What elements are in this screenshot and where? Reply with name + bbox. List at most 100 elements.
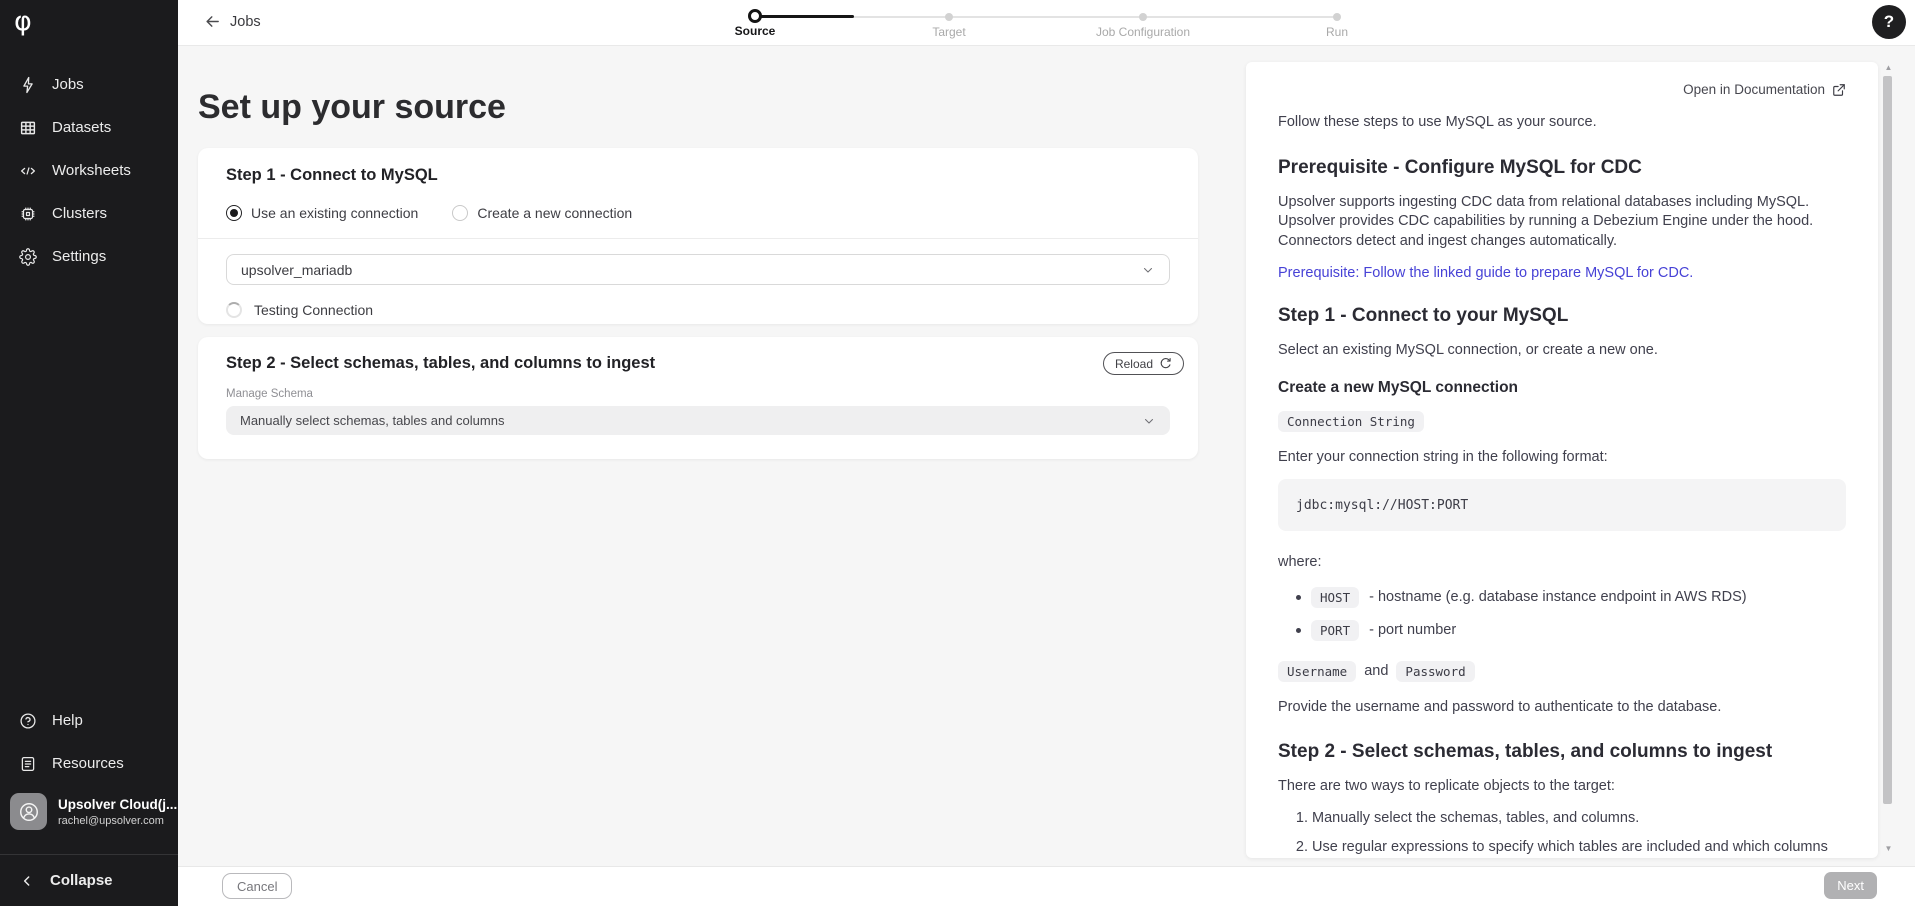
list-item: PORT - port number	[1278, 620, 1846, 641]
sidebar-item-label: Clusters	[52, 205, 107, 222]
manage-schema-label: Manage Schema	[198, 375, 1198, 400]
sidebar-item-label: Worksheets	[52, 162, 131, 179]
step-dot-icon	[1139, 13, 1147, 21]
bullet-icon	[1296, 595, 1301, 600]
sidebar-item-label: Resources	[52, 755, 124, 772]
documentation-panel: Open in Documentation Follow these steps…	[1246, 62, 1878, 858]
chevron-left-icon	[19, 873, 35, 889]
help-circle-icon	[19, 712, 37, 730]
bullet-text: - port number	[1369, 622, 1456, 638]
open-in-documentation-link[interactable]: Open in Documentation	[1683, 82, 1846, 97]
sidebar-item-label: Datasets	[52, 119, 111, 136]
user-meta: Upsolver Cloud(j... rachel@upsolver.com	[58, 797, 170, 827]
step-label: Source	[658, 24, 852, 38]
code-icon	[19, 162, 37, 180]
step-dot-icon	[1333, 13, 1341, 21]
radio-label: Create a new connection	[477, 205, 632, 221]
scrollbar-up-arrow[interactable]: ▲	[1884, 64, 1893, 72]
bullet-icon	[1296, 628, 1301, 633]
step2-card: Step 2 - Select schemas, tables, and col…	[198, 337, 1198, 459]
stepper-step-job-configuration[interactable]: Job Configuration	[1046, 5, 1240, 39]
spinner-icon	[226, 302, 242, 318]
stepper-step-run[interactable]: Run	[1240, 5, 1434, 39]
docs-paragraph: Select an existing MySQL connection, or …	[1278, 341, 1846, 361]
docs-heading-step1: Step 1 - Connect to your MySQL	[1278, 305, 1846, 327]
sidebar-item-worksheets[interactable]: Worksheets	[0, 149, 178, 192]
table-icon	[19, 119, 37, 137]
docs-paragraph: There are two ways to replicate objects …	[1278, 777, 1846, 797]
radio-use-existing-connection[interactable]: Use an existing connection	[226, 205, 418, 221]
jdbc-code-block: jdbc:mysql://HOST:PORT	[1278, 479, 1846, 531]
port-code-badge: PORT	[1311, 620, 1359, 641]
prerequisite-guide-link[interactable]: Prerequisite: Follow the linked guide to…	[1278, 265, 1846, 281]
docs-numbered-list: Manually select the schemas, tables, and…	[1278, 809, 1846, 859]
refresh-icon	[1159, 357, 1172, 370]
breadcrumb-back-jobs[interactable]: Jobs	[204, 13, 261, 30]
sidebar-item-clusters[interactable]: Clusters	[0, 192, 178, 235]
radio-selected-icon	[226, 205, 242, 221]
connection-mode-radio-group: Use an existing connection Create a new …	[198, 185, 1198, 221]
username-code-badge: Username	[1278, 661, 1356, 682]
radio-create-new-connection[interactable]: Create a new connection	[452, 205, 632, 221]
docs-heading-create-connection: Create a new MySQL connection	[1278, 379, 1846, 397]
step-label: Job Configuration	[1046, 25, 1240, 39]
testing-connection-status: Testing Connection	[198, 285, 1198, 318]
document-icon	[19, 755, 37, 773]
sidebar-item-datasets[interactable]: Datasets	[0, 106, 178, 149]
app-logo[interactable]: φ	[0, 0, 178, 56]
docs-bullet-list: HOST - hostname (e.g. database instance …	[1278, 587, 1846, 641]
wizard-stepper: Source Target Job Configuration Run	[658, 5, 1434, 41]
sidebar-item-resources[interactable]: Resources	[0, 742, 178, 785]
reload-button[interactable]: Reload	[1103, 352, 1184, 375]
sidebar-item-settings[interactable]: Settings	[0, 235, 178, 278]
stepper-step-source[interactable]: Source	[658, 5, 852, 38]
password-code-badge: Password	[1396, 661, 1474, 682]
manage-schema-select[interactable]: Manually select schemas, tables and colu…	[226, 406, 1170, 435]
creds-text: and	[1364, 663, 1388, 679]
credentials-row: Username and Password	[1278, 661, 1846, 682]
chip-icon	[19, 205, 37, 223]
list-item: Use regular expressions to specify which…	[1312, 838, 1846, 858]
scrollbar-thumb[interactable]	[1883, 76, 1892, 804]
sidebar-item-help[interactable]: Help	[0, 699, 178, 742]
cancel-button[interactable]: Cancel	[222, 873, 292, 899]
stepper-step-target[interactable]: Target	[852, 5, 1046, 39]
connection-select-value: upsolver_mariadb	[241, 262, 1141, 278]
user-account[interactable]: Upsolver Cloud(j... rachel@upsolver.com	[0, 785, 178, 840]
collapse-label: Collapse	[50, 872, 113, 889]
bolt-icon	[19, 76, 37, 94]
list-item: Manually select the schemas, tables, and…	[1312, 809, 1846, 829]
connection-string-code-badge: Connection String	[1278, 411, 1424, 432]
next-button[interactable]: Next	[1824, 872, 1877, 899]
host-code-badge: HOST	[1311, 587, 1359, 608]
connection-select[interactable]: upsolver_mariadb	[226, 254, 1170, 285]
step-label: Target	[852, 25, 1046, 39]
sidebar-item-label: Settings	[52, 248, 106, 265]
bullet-text: - hostname (e.g. database instance endpo…	[1369, 589, 1746, 605]
arrow-left-icon	[204, 13, 221, 30]
question-mark-icon: ?	[1884, 12, 1894, 32]
sidebar-item-label: Help	[52, 712, 83, 729]
radio-label: Use an existing connection	[251, 205, 418, 221]
docs-heading-prerequisite: Prerequisite - Configure MySQL for CDC	[1278, 157, 1846, 179]
sidebar-nav: Jobs Datasets Worksheets Clusters Settin…	[0, 63, 178, 278]
sidebar-item-jobs[interactable]: Jobs	[0, 63, 178, 106]
card-divider	[198, 238, 1198, 239]
scrollbar-down-arrow[interactable]: ▼	[1884, 845, 1893, 853]
radio-unselected-icon	[452, 205, 468, 221]
step-label: Run	[1240, 25, 1434, 39]
gear-icon	[19, 248, 37, 266]
sidebar-collapse-button[interactable]: Collapse	[0, 854, 178, 906]
list-item: HOST - hostname (e.g. database instance …	[1278, 587, 1846, 608]
docs-paragraph: Provide the username and password to aut…	[1278, 698, 1846, 718]
page-title: Set up your source	[198, 88, 506, 127]
docs-paragraph: Enter your connection string in the foll…	[1278, 448, 1846, 468]
step2-card-title: Step 2 - Select schemas, tables, and col…	[226, 354, 655, 373]
help-button[interactable]: ?	[1872, 5, 1906, 39]
step1-card: Step 1 - Connect to MySQL Use an existin…	[198, 148, 1198, 324]
docs-paragraph: where:	[1278, 553, 1846, 573]
docs-intro: Follow these steps to use MySQL as your …	[1278, 113, 1846, 133]
upsolver-logo-icon: φ	[14, 6, 32, 37]
manage-schema-select-value: Manually select schemas, tables and colu…	[240, 413, 1142, 428]
open-in-documentation-label: Open in Documentation	[1683, 82, 1825, 97]
